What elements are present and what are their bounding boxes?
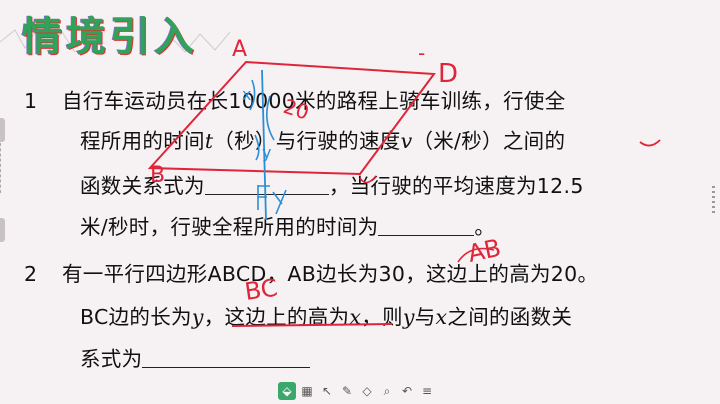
- q2-line2: BC边的长为y，这边上的高为x，则y与x之间的函数关: [80, 305, 573, 329]
- answer-blank-3[interactable]: [142, 349, 311, 368]
- eraser-select-icon[interactable]: ⬙: [278, 382, 296, 400]
- q2-text1: 有一平行四边形ABCD，AB边长为30，这边上的高为20。: [62, 262, 599, 286]
- slide: 情境引入 1 自行车运动员在长10000米的路程上骑车训练，行使全 程所用的时间t…: [0, 0, 720, 404]
- answer-blank-2[interactable]: [378, 217, 475, 236]
- left-side-tab-2[interactable]: [0, 218, 5, 242]
- var-y: y: [191, 305, 204, 329]
- answer-blank-1[interactable]: [204, 176, 329, 195]
- ink-parallelogram: [147, 60, 436, 176]
- slide-title: 情境引入: [22, 13, 198, 60]
- right-scroll-dots[interactable]: [712, 186, 715, 216]
- left-side-tab-1[interactable]: [0, 118, 5, 142]
- var-x: x: [349, 305, 362, 329]
- eraser-icon[interactable]: ◇: [358, 382, 376, 400]
- q2-line1: 2 有一平行四边形ABCD，AB边长为30，这边上的高为20。: [24, 257, 598, 287]
- left-dash-guide: [0, 143, 6, 193]
- q1-number: 1: [24, 89, 38, 113]
- q1-text1: 自行车运动员在长10000米的路程上骑车训练，行使全: [62, 89, 566, 113]
- q1-line2: 程所用的时间t（秒）与行驶的速度v（米/秒）之间的: [80, 129, 566, 153]
- q1-line3: 函数关系式为 ，当行驶的平均速度为12.5: [80, 174, 584, 198]
- q1-line1: 1 自行车运动员在长10000米的路程上骑车训练，行使全: [24, 84, 566, 114]
- var-v: v: [400, 129, 413, 153]
- q2-number: 2: [24, 262, 38, 286]
- search-icon[interactable]: ⌕: [378, 382, 396, 400]
- pointer-icon[interactable]: ↖: [318, 382, 336, 400]
- ink-red-mark: [639, 139, 661, 147]
- pen-icon[interactable]: ✎: [338, 382, 356, 400]
- annotation-toolbar: ⬙ ▦ ↖ ✎ ◇ ⌕ ↶ ≡: [278, 380, 436, 402]
- undo-icon[interactable]: ↶: [398, 382, 416, 400]
- q1-line4: 米/秒时，行驶全程所用的时间为。: [80, 215, 496, 239]
- ink-label-a: A: [232, 37, 247, 62]
- q2-line3: 系式为: [80, 342, 311, 372]
- ink-label-dash: -: [418, 41, 425, 65]
- menu-icon[interactable]: ≡: [418, 382, 436, 400]
- grid-icon[interactable]: ▦: [298, 382, 316, 400]
